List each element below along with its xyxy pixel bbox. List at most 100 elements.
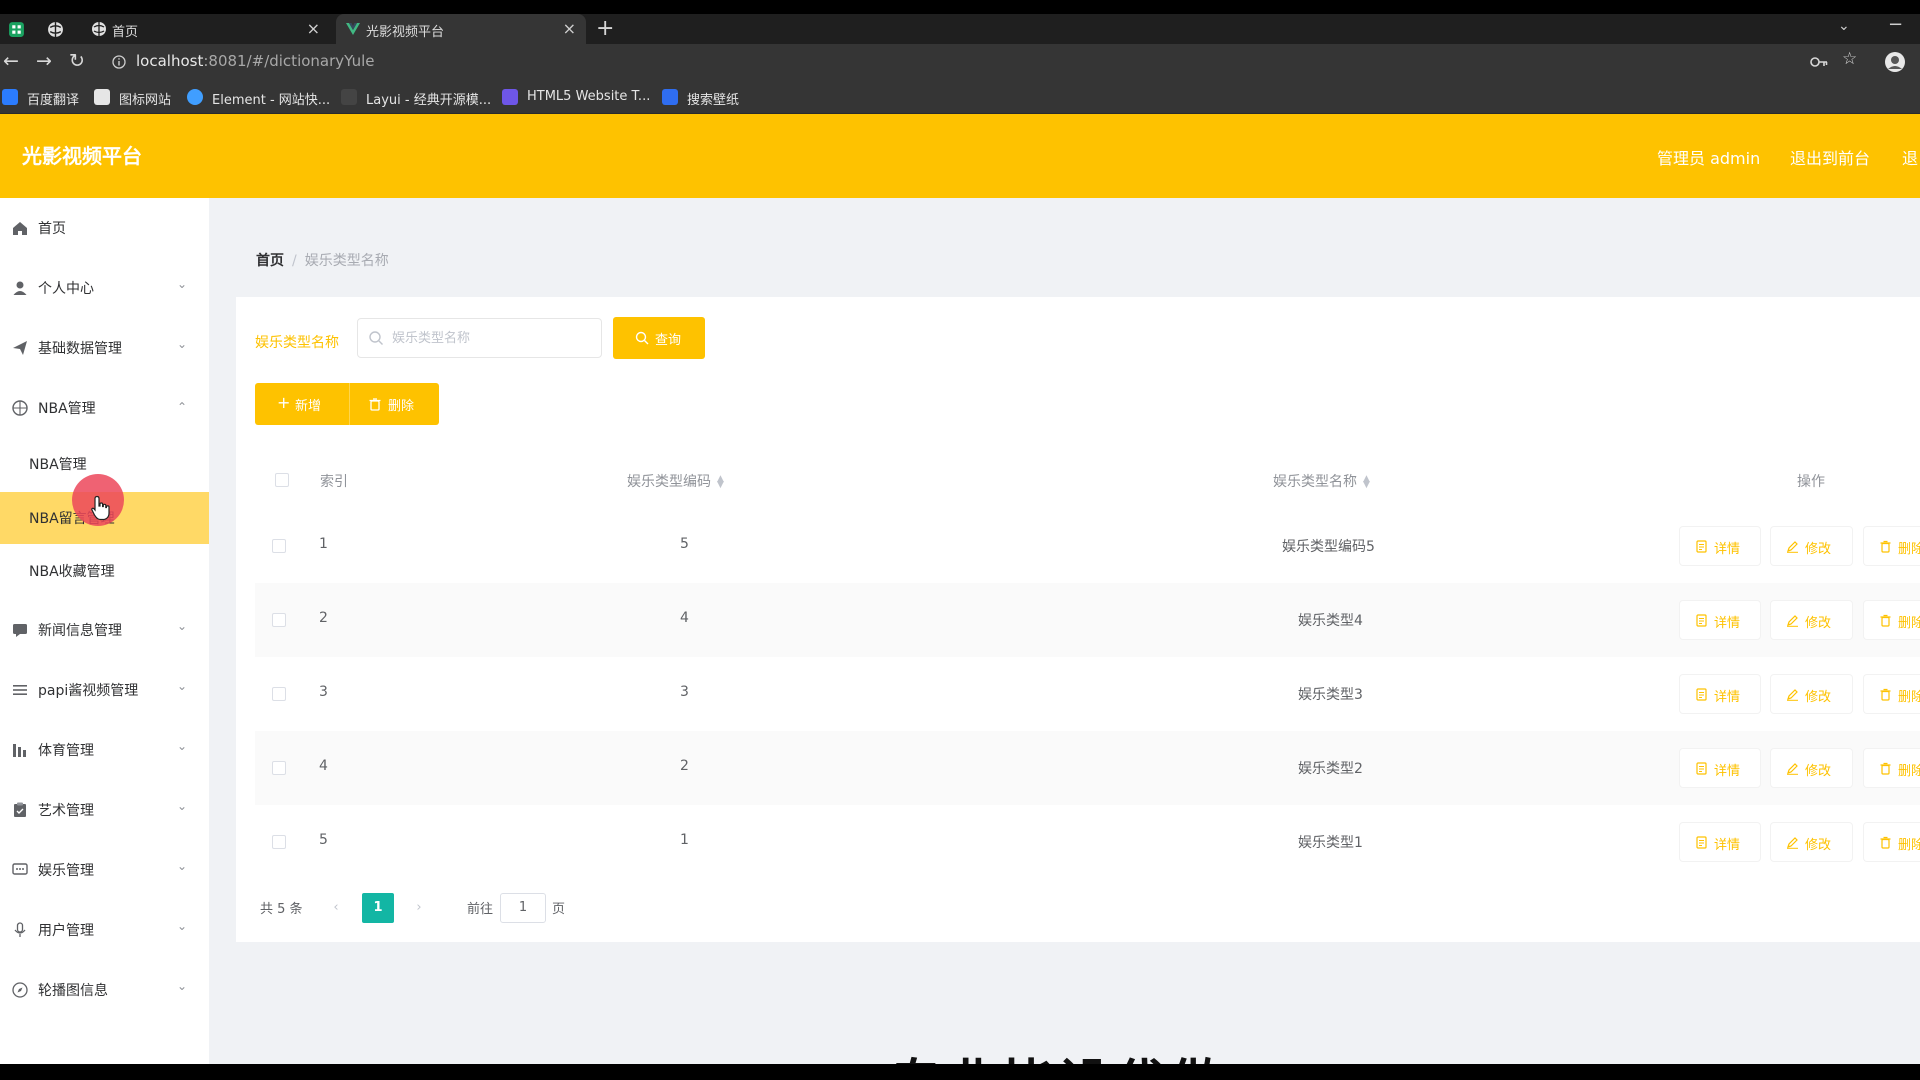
search-field[interactable]	[357, 318, 602, 358]
sort-icon[interactable]: ▲ ▼	[717, 475, 724, 490]
sidebar-item-home[interactable]: 首页	[0, 198, 209, 258]
detail-button[interactable]: 详情	[1679, 600, 1761, 640]
edit-button-label: 修改	[1805, 690, 1832, 705]
detail-button[interactable]: 详情	[1679, 748, 1761, 788]
screenshot-stage: 首页 × 光影视频平台 × + ⌄ − ← → ↻ localhost:8081…	[0, 0, 1920, 1080]
forward-icon[interactable]: →	[33, 50, 55, 72]
edit-button[interactable]: 修改	[1770, 600, 1853, 640]
edit-button[interactable]: 修改	[1770, 822, 1853, 862]
edit-button[interactable]: 修改	[1770, 674, 1853, 714]
row-delete-button[interactable]: 删除	[1863, 674, 1920, 714]
sidebar-item-profile[interactable]: 个人中心 ⌄	[0, 258, 209, 318]
trash-icon	[1880, 836, 1891, 849]
profile-avatar-icon[interactable]	[1884, 51, 1906, 73]
breadcrumb-current: 娱乐类型名称	[304, 253, 389, 269]
tab-title: 首页	[112, 25, 139, 40]
row-checkbox[interactable]	[272, 761, 286, 775]
pagination-goto-input[interactable]: 1	[500, 893, 546, 923]
edit-button-label: 修改	[1805, 764, 1832, 779]
row-delete-button[interactable]: 删除	[1863, 526, 1920, 566]
row-checkbox[interactable]	[272, 687, 286, 701]
element-logo-icon	[187, 89, 203, 105]
logout-link[interactable]: 退	[1902, 145, 1918, 169]
site-brand[interactable]: 光影视频平台	[22, 140, 142, 169]
tab-platform[interactable]: 光影视频平台 ×	[336, 14, 586, 44]
table-row: 3 3 娱乐类型3 详情 修改 删除	[255, 657, 1920, 731]
tab-search-chevron-icon[interactable]: ⌄	[1838, 18, 1850, 34]
bookmark-label: 搜索壁纸	[687, 93, 740, 108]
sidebar-item-basic-data[interactable]: 基础数据管理 ⌄	[0, 318, 209, 378]
address-bar[interactable]: localhost:8081/#/dictionaryYule	[136, 52, 375, 70]
sidebar-item-carousel[interactable]: 轮播图信息 ⌄	[0, 960, 209, 1020]
breadcrumb: 首页 / 娱乐类型名称	[256, 250, 389, 270]
minimize-icon[interactable]: −	[1888, 14, 1903, 35]
table-row: 2 4 娱乐类型4 详情 修改 删除	[255, 583, 1920, 657]
edit-button[interactable]: 修改	[1770, 748, 1853, 788]
url-host: localhost	[136, 52, 204, 70]
detail-button[interactable]: 详情	[1679, 822, 1761, 862]
wallpaper-logo-icon	[662, 89, 678, 105]
chevron-down-icon: ⌄	[176, 859, 187, 873]
sidebar-item-nba[interactable]: NBA管理 ⌃	[0, 378, 209, 438]
sidebar-item-papi-videos[interactable]: papi酱视频管理 ⌄	[0, 660, 209, 720]
back-icon[interactable]: ←	[0, 50, 22, 72]
row-delete-button[interactable]: 删除	[1863, 748, 1920, 788]
next-page-icon[interactable]: ›	[405, 894, 433, 922]
prev-page-icon[interactable]: ‹	[322, 894, 350, 922]
pagination-current-page[interactable]: 1	[362, 893, 394, 923]
cell-name: 娱乐类型3	[1298, 687, 1363, 703]
close-icon[interactable]: ×	[563, 19, 576, 38]
search-input[interactable]	[392, 328, 592, 348]
cell-index: 5	[319, 832, 328, 848]
hand-cursor-icon	[91, 495, 110, 521]
app-grid-icon[interactable]	[8, 21, 25, 38]
detail-button-label: 详情	[1714, 542, 1741, 557]
key-icon[interactable]	[1810, 55, 1828, 69]
reload-icon[interactable]: ↻	[66, 50, 88, 72]
sidebar-item-entertainment[interactable]: 娱乐管理 ⌄	[0, 840, 209, 900]
edit-icon	[1787, 689, 1798, 701]
column-header-code[interactable]: 娱乐类型编码 ▲ ▼	[627, 471, 724, 491]
row-checkbox[interactable]	[272, 539, 286, 553]
edit-button[interactable]: 修改	[1770, 526, 1853, 566]
sidebar-subitem-nba-favorites[interactable]: NBA收藏管理	[0, 545, 209, 597]
info-icon[interactable]	[112, 55, 126, 69]
row-checkbox[interactable]	[272, 613, 286, 627]
select-all-checkbox[interactable]	[275, 473, 289, 487]
cell-code: 1	[680, 832, 689, 848]
sidebar-item-users[interactable]: 用户管理 ⌄	[0, 900, 209, 960]
detail-button[interactable]: 详情	[1679, 526, 1761, 566]
sidebar-item-label: 基础数据管理	[38, 341, 122, 357]
tab-home[interactable]: 首页 ×	[82, 14, 330, 44]
sort-icon[interactable]: ▲ ▼	[1363, 475, 1370, 490]
close-icon[interactable]: ×	[307, 19, 320, 38]
send-icon	[13, 341, 27, 355]
detail-button[interactable]: 详情	[1679, 674, 1761, 714]
add-button[interactable]: + 新增	[255, 383, 349, 425]
sidebar-item-art[interactable]: 艺术管理 ⌄	[0, 780, 209, 840]
chevron-down-icon: ⌄	[176, 337, 187, 351]
new-tab-icon[interactable]: +	[596, 16, 614, 41]
breadcrumb-home[interactable]: 首页	[256, 253, 284, 269]
row-delete-button[interactable]: 删除	[1863, 600, 1920, 640]
row-delete-button[interactable]: 删除	[1863, 822, 1920, 862]
row-checkbox[interactable]	[272, 835, 286, 849]
edit-button-label: 修改	[1805, 542, 1832, 557]
pagination-goto-label: 前往	[467, 902, 494, 917]
message-icon	[13, 624, 27, 637]
globe-icon[interactable]	[47, 21, 64, 38]
detail-button-label: 详情	[1714, 616, 1741, 631]
clipboard-icon	[14, 802, 26, 817]
chevron-up-icon: ⌃	[176, 400, 187, 414]
sidebar-item-label: 娱乐管理	[38, 863, 94, 879]
query-button[interactable]: 查询	[613, 317, 705, 359]
batch-delete-button[interactable]: 删除	[349, 383, 439, 425]
sidebar-item-sports[interactable]: 体育管理 ⌄	[0, 720, 209, 780]
list-icon	[13, 685, 27, 695]
cell-code: 4	[680, 610, 689, 626]
sidebar-item-news[interactable]: 新闻信息管理 ⌄	[0, 600, 209, 660]
star-icon[interactable]: ☆	[1842, 49, 1857, 69]
back-to-front-link[interactable]: 退出到前台	[1790, 145, 1870, 169]
detail-button-label: 详情	[1714, 690, 1741, 705]
column-header-name[interactable]: 娱乐类型名称 ▲ ▼	[1273, 471, 1370, 491]
